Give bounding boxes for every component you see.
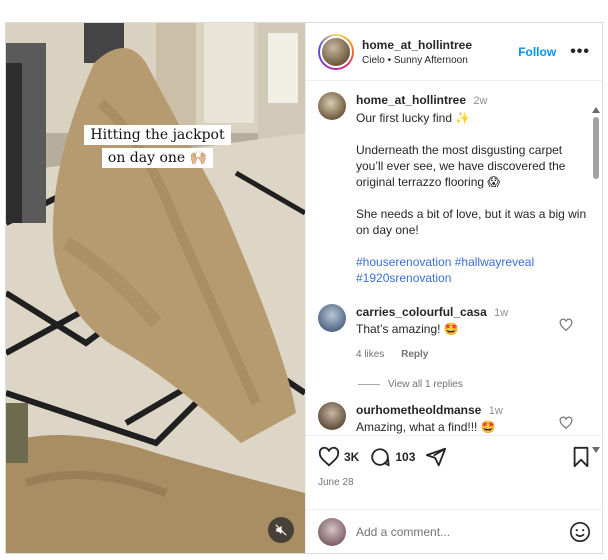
- video-frame: [6, 23, 305, 553]
- commenter-username[interactable]: carries_colourful_casa: [356, 305, 487, 319]
- commenter-avatar[interactable]: [318, 402, 346, 430]
- post-header: home_at_hollintree Cielo • Sunny Afterno…: [306, 23, 602, 81]
- current-user-avatar[interactable]: [318, 517, 346, 546]
- caption-paragraph: Underneath the most disgusting carpet yo…: [356, 143, 566, 189]
- comment-text: That’s amazing! 🤩: [356, 322, 459, 336]
- heart-icon[interactable]: [559, 416, 573, 430]
- view-replies-label: View all 1 replies: [388, 379, 463, 390]
- caption-time: 2w: [473, 95, 488, 107]
- emoji-smiley-icon[interactable]: [569, 521, 591, 543]
- caption-author-username[interactable]: home_at_hollintree: [356, 93, 466, 107]
- share-paper-plane-icon[interactable]: [425, 446, 447, 468]
- scroll-thumb[interactable]: [593, 117, 599, 179]
- caption-hashtags[interactable]: #houserenovation #hallwayreveal: [356, 254, 591, 270]
- caption-paragraph: She needs a bit of love, but it was a bi…: [356, 207, 587, 237]
- comment-time: 1w: [494, 307, 509, 319]
- commenter-username[interactable]: ourhometheoldmanse: [356, 403, 481, 417]
- view-replies-button[interactable]: View all 1 replies: [358, 379, 603, 390]
- commenter-avatar[interactable]: [318, 304, 346, 332]
- video-caption-overlay: Hitting the jackpot on day one 🙌🏼: [84, 124, 231, 170]
- speaker-muted-icon: [275, 524, 287, 536]
- comment-bubble-icon[interactable]: [369, 446, 391, 468]
- like-count[interactable]: 3K: [344, 450, 359, 464]
- mute-button[interactable]: [268, 517, 294, 543]
- add-comment-bar: [306, 509, 603, 553]
- video-player[interactable]: Hitting the jackpot on day one 🙌🏼: [6, 23, 305, 553]
- scrollbar[interactable]: [592, 107, 600, 453]
- comments-scroll-area[interactable]: home_at_hollintree 2w Our first lucky fi…: [306, 82, 603, 434]
- caption-author-avatar[interactable]: [318, 92, 346, 120]
- comment-count[interactable]: 103: [395, 450, 415, 464]
- post-sidebar: home_at_hollintree Cielo • Sunny Afterno…: [305, 23, 603, 553]
- follow-button[interactable]: Follow: [518, 45, 556, 59]
- comment-item: carries_colourful_casa 1w That’s amazing…: [306, 286, 603, 363]
- caption-hashtags[interactable]: #1920srenovation: [356, 270, 591, 286]
- audio-subline[interactable]: Cielo • Sunny Afternoon: [362, 55, 518, 66]
- bookmark-icon[interactable]: [571, 446, 591, 468]
- comment-item: ourhometheoldmanse 1w Amazing, what a fi…: [306, 390, 603, 434]
- comment-text: Amazing, what a find!!! 🤩: [356, 420, 496, 434]
- post-date: June 28: [318, 477, 354, 488]
- add-comment-input[interactable]: [356, 524, 569, 539]
- like-heart-icon[interactable]: [318, 446, 340, 468]
- heart-icon[interactable]: [559, 318, 573, 332]
- post-actions: 3K 103 June 28: [306, 435, 603, 488]
- post-dialog: Hitting the jackpot on day one 🙌🏼 home_a…: [5, 22, 603, 554]
- post-caption: home_at_hollintree 2w Our first lucky fi…: [306, 82, 603, 286]
- scroll-up-icon[interactable]: [592, 107, 600, 113]
- more-options-icon[interactable]: •••: [570, 43, 590, 61]
- reply-button[interactable]: Reply: [401, 349, 428, 360]
- author-avatar[interactable]: [318, 33, 354, 70]
- comment-time: 1w: [488, 405, 503, 417]
- author-username[interactable]: home_at_hollintree: [362, 38, 518, 52]
- caption-paragraph: Our first lucky find ✨: [356, 111, 471, 125]
- comment-likes[interactable]: 4 likes: [356, 349, 384, 360]
